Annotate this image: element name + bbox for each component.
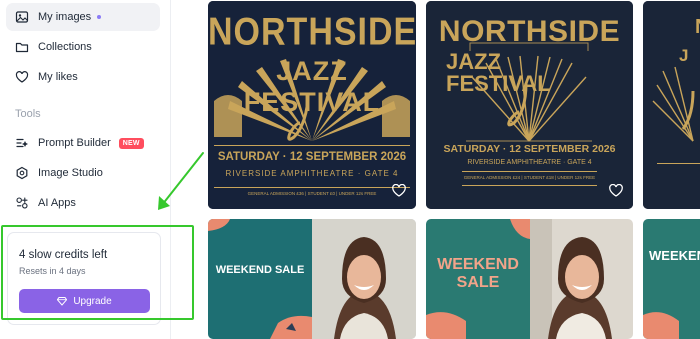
poster-date: SATURDAY · 12 SEPTEMBER 2026	[443, 143, 616, 155]
sidebar-item-image-studio[interactable]: Image Studio	[6, 159, 160, 187]
annotation-arrow-icon	[158, 152, 204, 210]
poster-title-line1: NORTHSIDE	[208, 10, 416, 54]
sidebar-item-label: Image Studio	[38, 167, 103, 179]
poster-title-fragment: J	[679, 46, 688, 65]
gallery-image-poster-1[interactable]: NORTHSIDE JAZZ FESTIVAL SATURDAY · 12 SE…	[208, 1, 416, 209]
prompt-builder-icon	[15, 136, 29, 150]
sale-headline-line1: WEEKEND	[437, 256, 519, 273]
poster-venue: RIVERSIDE AMPHITHEATRE · GATE 4	[225, 169, 399, 178]
like-heart-icon[interactable]	[392, 184, 406, 197]
poster-venue: RIVERSIDE AMPHITHEATRE · GATE 4	[467, 159, 592, 166]
smiling-woman-photo	[312, 219, 416, 339]
image-icon	[15, 10, 29, 24]
sidebar-item-label: My likes	[38, 71, 78, 83]
highlight-box	[1, 225, 194, 320]
folder-icon	[15, 40, 29, 54]
gallery-image-sale-2[interactable]: WEEKEND SALE	[426, 219, 633, 339]
sidebar-item-label: My images	[38, 11, 92, 23]
sidebar-item-label: Collections	[38, 41, 92, 53]
poster-admission: GENERAL ADMISSION £24 | STUDENT £18 | UN…	[463, 175, 596, 180]
sidebar-item-label: AI Apps	[38, 197, 76, 209]
poster-admission: GENERAL ADMISSION £36 | STUDENT £0 | UND…	[247, 191, 377, 196]
image-studio-icon	[15, 166, 29, 180]
tools-section-label: Tools	[15, 108, 41, 120]
poster-date: SATURDAY · 12 SEPTEMBER 2026	[217, 151, 407, 163]
sale-headline: WEEKEND SALE	[215, 264, 305, 276]
gallery-image-sale-3[interactable]: WEEKEN	[643, 219, 700, 339]
sale-headline-fragment: WEEKEN	[649, 248, 700, 263]
new-badge: NEW	[118, 137, 144, 149]
poster-title-line2: JAZZ FESTIVAL	[243, 56, 381, 117]
like-heart-icon[interactable]	[609, 184, 623, 197]
gallery-image-poster-3[interactable]: N J	[643, 1, 700, 209]
sidebar-item-prompt-builder[interactable]: Prompt Builder NEW	[6, 129, 160, 157]
sidebar-item-label: Prompt Builder	[38, 137, 111, 149]
poster-title-line1: NORTHSIDE	[438, 15, 621, 48]
sidebar-item-my-likes[interactable]: My likes	[6, 63, 160, 91]
gallery-image-poster-2[interactable]: NORTHSIDE JAZZ FESTIVAL SATURDAY · 12 SE…	[426, 1, 633, 209]
smiling-woman-photo	[530, 219, 633, 339]
ai-apps-icon	[15, 196, 29, 210]
sidebar-item-collections[interactable]: Collections	[6, 33, 160, 61]
sidebar-item-ai-apps[interactable]: AI Apps	[6, 189, 160, 217]
sidebar-item-my-images[interactable]: My images	[6, 3, 160, 31]
sale-headline-line2: SALE	[456, 274, 500, 291]
poster-title-fragment: N	[695, 16, 700, 38]
gallery-image-sale-1[interactable]: WEEKEND SALE	[208, 219, 416, 339]
status-dot	[97, 15, 102, 19]
poster-title-line2: JAZZ FESTIVAL	[446, 49, 551, 96]
heart-icon	[15, 70, 29, 84]
